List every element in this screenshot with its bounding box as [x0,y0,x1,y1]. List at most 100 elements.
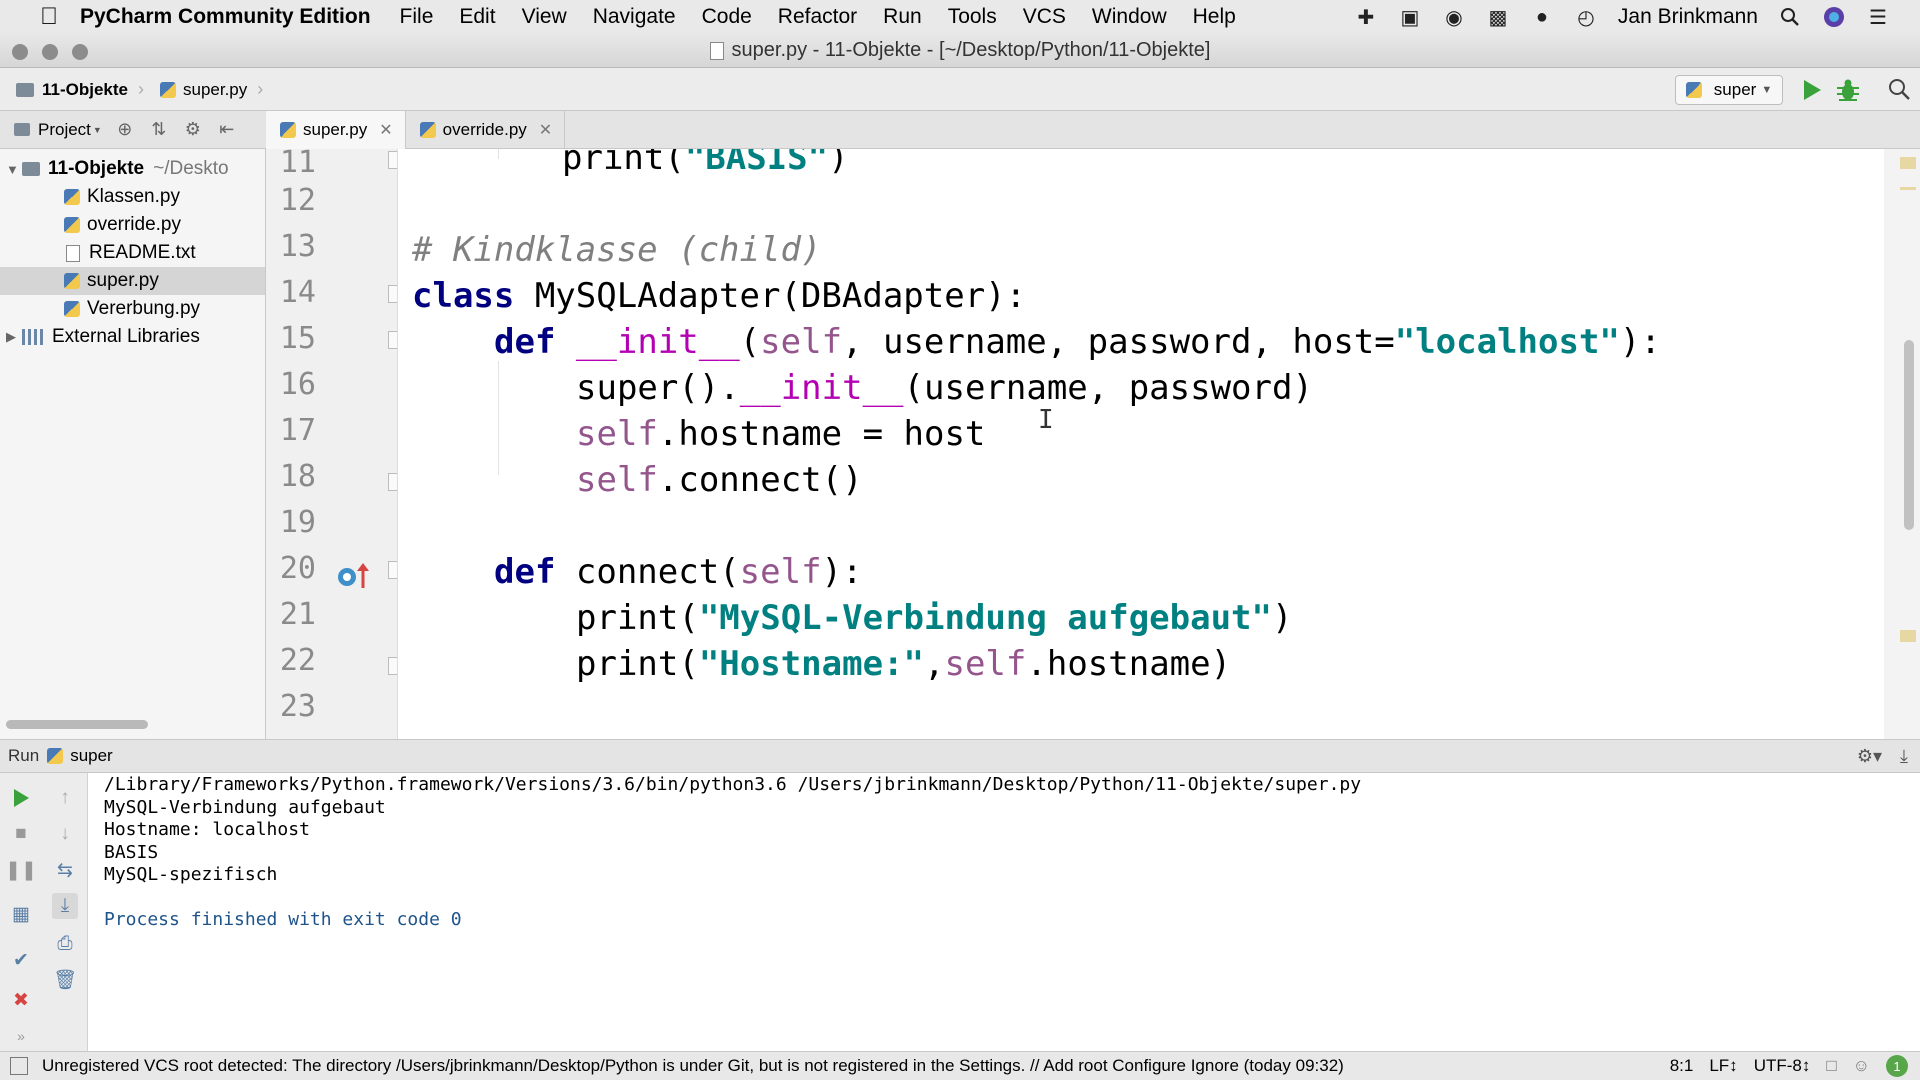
menu-tools[interactable]: Tools [948,5,997,29]
project-tree: ▼ 11-Objekte ~/Deskto Klassen.py overrid… [0,149,266,739]
fold-marker[interactable] [388,657,397,675]
breadcrumb-label: super.py [183,79,248,99]
collapse-all-icon[interactable]: ⇅ [148,119,170,141]
down-arrow-icon[interactable]: ↓ [52,821,78,847]
siri-icon[interactable] [1822,6,1846,28]
search-everywhere-button[interactable] [1887,77,1913,103]
tree-item-file[interactable]: override.py [0,211,265,239]
screen-record-icon[interactable]: ▣ [1398,6,1422,29]
user-name[interactable]: Jan Brinkmann [1618,5,1758,29]
warning-marker[interactable] [1900,187,1916,190]
fold-marker[interactable] [388,561,397,579]
collapse-triangle-icon[interactable]: ▶ [6,329,22,345]
warning-marker[interactable] [1900,630,1916,642]
pin-tab-icon[interactable]: ✔ [8,947,34,973]
editor-gutter[interactable]: 11 12 13 14 15 16 17 18 19 20 21 22 23 [266,149,398,739]
menu-window[interactable]: Window [1092,5,1167,29]
fold-marker[interactable] [388,151,397,169]
app-name-menu[interactable]: PyCharm Community Edition [80,5,371,29]
caret-position[interactable]: 8:1 [1670,1056,1694,1076]
window-minimize-button[interactable] [42,44,58,60]
line-separator-select[interactable]: LF↕ [1709,1056,1737,1076]
scroll-to-end-icon[interactable]: ⤓ [52,893,78,919]
run-configuration-select[interactable]: super ▼ [1675,75,1783,105]
tree-item-file[interactable]: README.txt [0,239,265,267]
hide-panel-icon[interactable]: ⇤ [216,119,238,141]
fold-marker[interactable] [388,331,397,349]
camera-icon[interactable]: ▩ [1486,6,1510,29]
run-console-output[interactable]: /Library/Frameworks/Python.framework/Ver… [88,773,1920,1051]
tree-item-root[interactable]: ▼ 11-Objekte ~/Deskto [0,155,265,183]
menu-navigate[interactable]: Navigate [593,5,676,29]
gear-icon[interactable]: ⚙▾ [1857,746,1882,767]
leaf-icon[interactable]: ◉ [1442,6,1466,29]
code-token: print( [576,598,699,638]
line-number: 13 [279,229,316,264]
code-line-17: self.hostname = host [412,411,985,457]
editor-vertical-scrollbar[interactable] [1904,340,1914,530]
breadcrumb-project[interactable]: 11-Objekte › [16,79,144,100]
lock-icon[interactable]: □ [1826,1056,1836,1076]
code-line-21: print("MySQL-Verbindung aufgebaut") [412,595,1292,641]
menu-run[interactable]: Run [883,5,922,29]
close-icon[interactable]: ✕ [379,120,392,140]
menu-edit[interactable]: Edit [459,5,495,29]
menu-code[interactable]: Code [702,5,752,29]
menu-view[interactable]: View [522,5,567,29]
apple-icon[interactable]:  [28,3,70,31]
spotlight-search-icon[interactable] [1778,6,1802,28]
expand-triangle-icon[interactable]: ▼ [6,162,22,177]
soft-wrap-icon[interactable]: ⇆ [52,857,78,883]
fold-marker[interactable] [388,473,397,491]
overrides-method-icon[interactable] [336,562,372,590]
rerun-button[interactable] [8,785,34,811]
error-stripe[interactable] [1884,149,1920,739]
print-icon[interactable]: ⎙ [52,931,78,957]
pause-button[interactable]: ❚❚ [5,857,37,883]
stop-button[interactable]: ■ [8,821,34,847]
plus-cross-icon[interactable]: ✚ [1354,6,1378,29]
project-view-select[interactable]: Project [38,120,91,140]
menu-refactor[interactable]: Refactor [778,5,857,29]
project-tree-scrollbar[interactable] [6,720,148,729]
code-token: .hostname = host [657,414,986,454]
console-exit-line: Process finished with exit code 0 [104,909,462,930]
menu-vcs[interactable]: VCS [1023,5,1066,29]
tree-item-file[interactable]: Vererbung.py [0,295,265,323]
vcs-notification-message[interactable]: Unregistered VCS root detected: The dire… [42,1056,1344,1076]
tab-super-py[interactable]: super.py ✕ [266,111,406,149]
trash-icon[interactable]: 🗑 [52,967,78,993]
close-icon[interactable]: ✕ [539,120,552,140]
event-log-badge[interactable]: 1 [1886,1055,1908,1077]
toggle-tool-windows-icon[interactable] [10,1057,28,1075]
gear-icon[interactable]: ⚙ [182,119,204,141]
inspection-status-marker[interactable] [1900,157,1916,169]
chevron-down-icon[interactable]: ▼ [93,125,102,135]
up-arrow-icon[interactable]: ↑ [52,785,78,811]
code-editor[interactable]: print("BASIS") # Kindklasse (child) clas… [398,149,1884,739]
run-button[interactable] [1798,75,1826,105]
close-run-icon[interactable]: ✖ [8,987,34,1013]
line-number: 12 [279,183,316,218]
fold-marker[interactable] [388,285,397,303]
tree-item-file[interactable]: Klassen.py [0,183,265,211]
tab-override-py[interactable]: override.py ✕ [406,111,566,149]
menu-file[interactable]: File [400,5,434,29]
debug-button[interactable] [1833,75,1863,105]
tree-item-file-selected[interactable]: super.py [0,267,265,295]
notification-center-icon[interactable]: ☰ [1866,6,1890,29]
breadcrumb-file[interactable]: super.py › [160,79,263,100]
restore-layout-icon[interactable]: ▦ [8,901,34,927]
crosshair-icon[interactable]: ⊕ [114,119,136,141]
encoding-select[interactable]: UTF-8↕ [1754,1056,1811,1076]
window-zoom-button[interactable] [72,44,88,60]
chat-bubble-icon[interactable]: ● [1530,6,1554,28]
library-icon [22,329,44,345]
hide-panel-icon[interactable]: ⤓ [1900,746,1908,767]
time-machine-icon[interactable]: ◴ [1574,6,1598,29]
more-icon[interactable]: » [8,1023,34,1049]
menu-help[interactable]: Help [1193,5,1236,29]
window-close-button[interactable] [12,44,28,60]
tree-item-external-libraries[interactable]: ▶ External Libraries [0,323,265,351]
inspector-icon[interactable]: ☺ [1853,1056,1870,1076]
